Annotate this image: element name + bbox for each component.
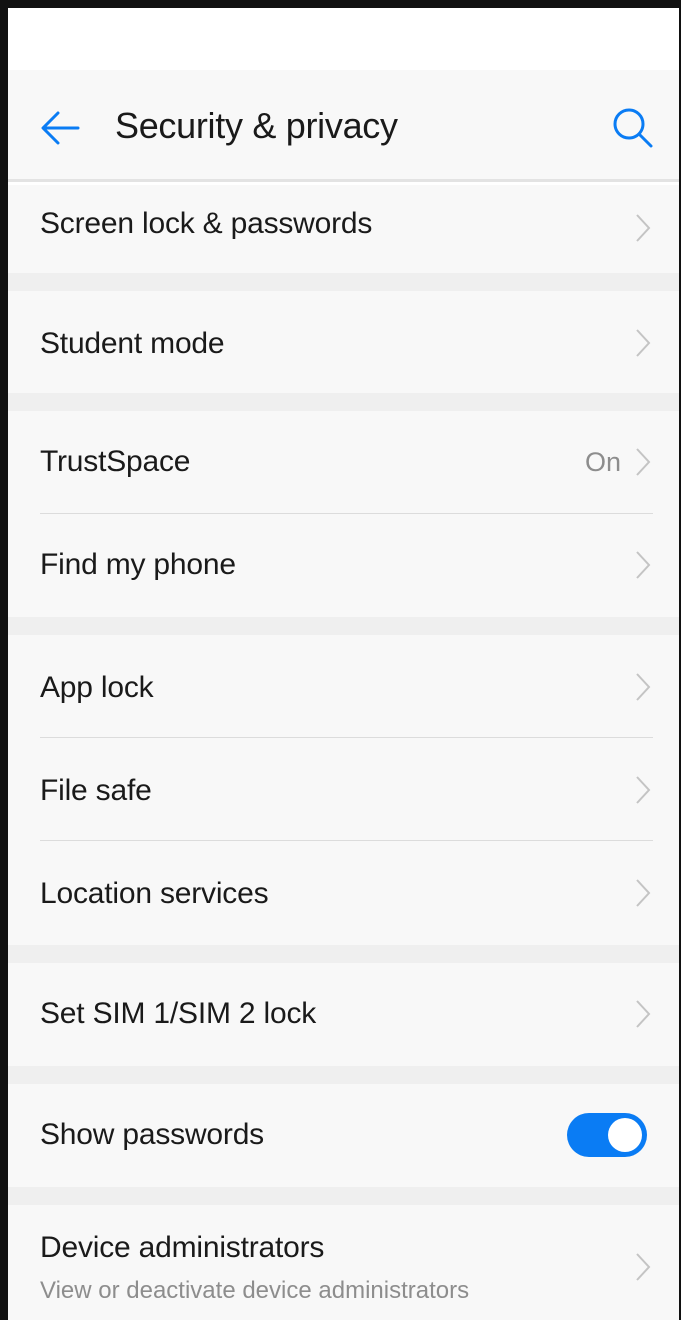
- app-bar: Security & privacy: [8, 70, 679, 182]
- page-title: Security & privacy: [115, 105, 398, 146]
- setting-subtitle: View or deactivate device administrators: [40, 1277, 470, 1304]
- section-gap: [8, 273, 679, 291]
- setting-sim-lock[interactable]: Set SIM 1/SIM 2 lock: [8, 963, 679, 1066]
- section-gap: [8, 393, 679, 411]
- show-passwords-toggle[interactable]: [567, 1113, 647, 1157]
- setting-label: Location services: [40, 877, 269, 910]
- setting-location-services[interactable]: Location services: [8, 841, 679, 945]
- setting-label: Screen lock & passwords: [40, 207, 373, 240]
- chevron-right-icon: [636, 776, 651, 804]
- setting-student-mode[interactable]: Student mode: [8, 291, 679, 393]
- search-icon: [613, 108, 653, 148]
- chevron-right-icon: [636, 879, 651, 907]
- setting-label: Show passwords: [40, 1118, 264, 1151]
- setting-label: App lock: [40, 671, 154, 704]
- arrow-left-icon: [41, 111, 80, 145]
- settings-list: Screen lock & passwords Student mode Tru…: [8, 185, 679, 1320]
- search-button[interactable]: [609, 104, 657, 152]
- setting-label: Device administrators: [40, 1231, 325, 1264]
- section-gap: [8, 617, 679, 635]
- setting-find-my-phone[interactable]: Find my phone: [8, 514, 679, 617]
- chevron-right-icon: [636, 1000, 651, 1028]
- toggle-knob: [608, 1118, 642, 1152]
- chevron-right-icon: [636, 551, 651, 579]
- setting-device-administrators[interactable]: Device administrators View or deactivate…: [8, 1205, 679, 1320]
- section-gap: [8, 1066, 679, 1084]
- setting-label: Student mode: [40, 327, 225, 360]
- setting-app-lock[interactable]: App lock: [8, 635, 679, 738]
- section-gap: [8, 945, 679, 963]
- setting-label: TrustSpace: [40, 445, 191, 478]
- chevron-right-icon: [636, 448, 651, 476]
- back-button[interactable]: [36, 104, 84, 152]
- setting-file-safe[interactable]: File safe: [8, 738, 679, 841]
- setting-label: File safe: [40, 774, 152, 807]
- chevron-right-icon: [636, 214, 651, 242]
- setting-screen-lock[interactable]: Screen lock & passwords: [8, 185, 679, 273]
- chevron-right-icon: [636, 329, 651, 357]
- status-bar: [8, 8, 679, 70]
- chevron-right-icon: [636, 1253, 651, 1281]
- setting-label: Find my phone: [40, 548, 236, 581]
- phone-screen: Security & privacy Screen lock & passwor…: [0, 0, 681, 1320]
- setting-show-passwords[interactable]: Show passwords: [8, 1084, 679, 1187]
- chevron-right-icon: [636, 673, 651, 701]
- setting-label: Set SIM 1/SIM 2 lock: [40, 997, 317, 1030]
- setting-value: On: [584, 447, 621, 477]
- section-gap: [8, 1187, 679, 1205]
- setting-trustspace[interactable]: TrustSpace On: [8, 411, 679, 514]
